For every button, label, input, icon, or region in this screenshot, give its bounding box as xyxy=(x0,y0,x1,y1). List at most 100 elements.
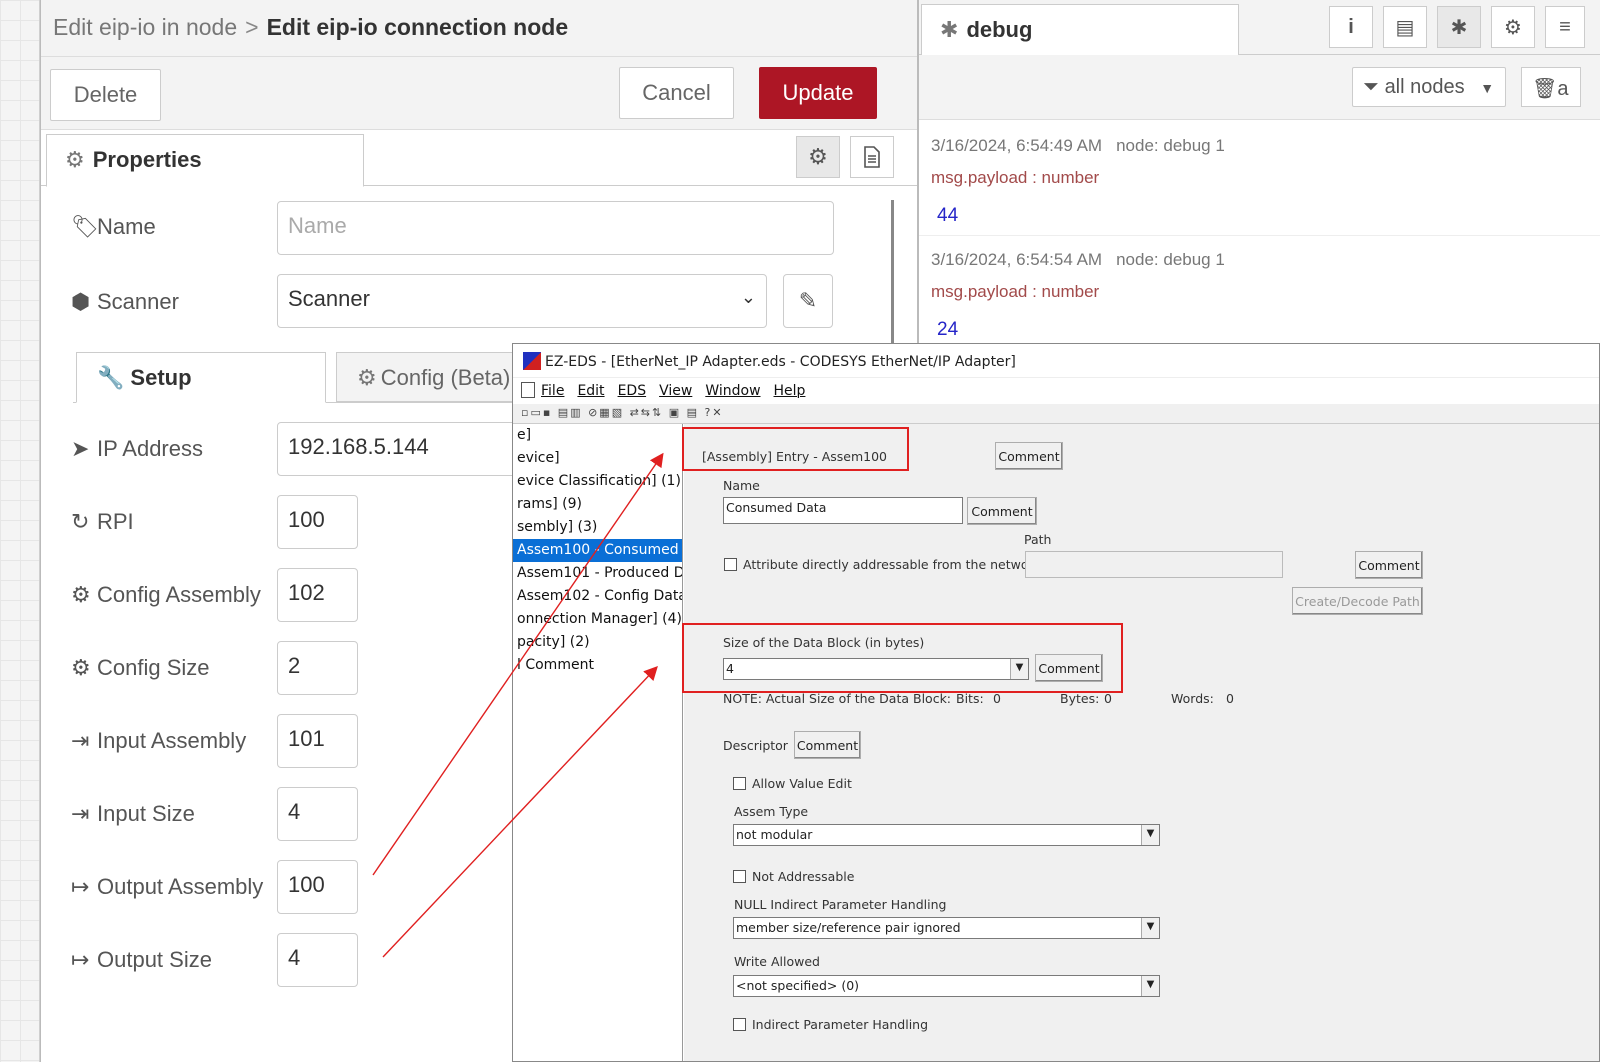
tab-config[interactable]: ⚙ Config (Beta) xyxy=(336,352,536,402)
info-icon: i xyxy=(1348,15,1354,38)
allow-value-edit-checkbox[interactable] xyxy=(733,777,746,790)
context-tab-button[interactable]: ≡ xyxy=(1545,6,1585,48)
not-addressable-checkbox[interactable] xyxy=(733,870,746,883)
output-assembly-input[interactable]: 100 xyxy=(277,860,358,914)
config-assembly-input[interactable]: 102 xyxy=(277,568,358,622)
breadcrumb-parent[interactable]: Edit eip-io in node xyxy=(53,14,237,40)
scrollbar[interactable] xyxy=(891,200,894,360)
name-label: Name xyxy=(723,478,760,493)
menu-window[interactable]: Window xyxy=(705,383,760,399)
document-icon[interactable] xyxy=(521,382,535,398)
clear-messages-button[interactable]: 🗑a xyxy=(1521,67,1581,107)
info-tab-button[interactable]: i xyxy=(1329,6,1373,48)
tree-item[interactable]: evice] xyxy=(513,447,682,470)
tree-item[interactable]: Assem101 - Produced Da xyxy=(513,562,682,585)
gear-icon: ⚙ xyxy=(71,582,91,607)
message-node-link[interactable]: node: debug 1 xyxy=(1116,250,1225,269)
dropdown-arrow-icon[interactable]: ▼ xyxy=(1010,659,1028,679)
indirect-param-checkbox[interactable] xyxy=(733,1018,746,1031)
name-input[interactable]: Consumed Data xyxy=(723,497,963,524)
scanner-select[interactable]: Scanner ⌄ xyxy=(277,274,767,328)
debug-tab-button[interactable]: ✱ xyxy=(1437,6,1481,48)
config-size-input[interactable]: 2 xyxy=(277,641,358,695)
path-label: Path xyxy=(1024,532,1052,547)
tree-item[interactable]: rams] (9) xyxy=(513,493,682,516)
eds-title-bar[interactable]: EZ-EDS - [EtherNet_IP Adapter.eds - CODE… xyxy=(513,344,1599,378)
menu-eds[interactable]: EDS xyxy=(618,383,647,399)
menu-view[interactable]: View xyxy=(659,383,692,399)
delete-button[interactable]: Delete xyxy=(50,69,161,121)
name-input[interactable]: Name xyxy=(277,201,834,255)
descriptor-label: Descriptor xyxy=(723,738,788,753)
eds-window-title: EZ-EDS - [EtherNet_IP Adapter.eds - CODE… xyxy=(545,354,1016,370)
toolbar-icons[interactable]: ▫▭▪ ▤▥ ⊘▦▧ ⇄⇆⇅ ▣ ▤ ?✕ xyxy=(521,406,724,419)
write-allowed-combo[interactable]: <not specified> (0) ▼ xyxy=(733,975,1160,997)
assem-type-combo[interactable]: not modular ▼ xyxy=(733,824,1160,846)
tree-item-selected[interactable]: Assem100 - Consumed D xyxy=(513,539,682,562)
filter-nodes-select[interactable]: ⏷ all nodes ▼ xyxy=(1352,67,1506,107)
bits-value: 0 xyxy=(993,691,1001,706)
size-comment-button[interactable]: Comment xyxy=(1035,654,1103,682)
tab-debug-label: debug xyxy=(966,17,1033,42)
output-size-input[interactable]: 4 xyxy=(277,933,358,987)
tree-item[interactable]: evice Classification] (1) xyxy=(513,470,682,493)
rpi-input[interactable]: 100 xyxy=(277,495,358,549)
cancel-button[interactable]: Cancel xyxy=(619,67,734,119)
descriptor-comment-button[interactable]: Comment xyxy=(794,731,861,759)
input-assembly-input[interactable]: 101 xyxy=(277,714,358,768)
debug-message: 3/16/2024, 6:54:49 AM node: debug 1 msg.p… xyxy=(919,122,1600,236)
ez-eds-logo-icon xyxy=(523,352,541,370)
scanner-select-value: Scanner xyxy=(288,286,370,311)
sign-out-icon: ↦ xyxy=(71,874,90,899)
message-node-link[interactable]: node: debug 1 xyxy=(1116,136,1225,155)
flow-canvas[interactable] xyxy=(0,0,40,1062)
node-settings-button[interactable]: ⚙ xyxy=(796,136,840,178)
assembly-entry-panel: [Assembly] Entry - Assem100 Comment Name… xyxy=(682,424,1599,1061)
config-tab-button[interactable]: ⚙ xyxy=(1491,6,1535,48)
name-comment-button[interactable]: Comment xyxy=(967,497,1037,525)
tab-config-label: Config (Beta) xyxy=(380,365,511,390)
input-size-input[interactable]: 4 xyxy=(277,787,358,841)
message-topic: msg.payload : number xyxy=(931,168,1100,187)
clear-label: a xyxy=(1557,78,1569,100)
attribute-addressable-checkbox[interactable] xyxy=(724,558,737,571)
null-indirect-combo[interactable]: member size/reference pair ignored ▼ xyxy=(733,917,1160,939)
null-indirect-value: member size/reference pair ignored xyxy=(736,920,961,935)
path-comment-button[interactable]: Comment xyxy=(1355,551,1423,579)
gears-icon: ⚙ xyxy=(357,365,377,390)
tree-item[interactable]: onnection Manager] (4) xyxy=(513,608,682,631)
tab-setup[interactable]: 🔧 Setup xyxy=(76,352,326,403)
node-description-button[interactable] xyxy=(850,136,894,178)
eds-section-tree[interactable]: e] evice] evice Classification] (1) rams… xyxy=(513,424,683,1061)
menu-help[interactable]: Help xyxy=(774,383,806,399)
wrench-icon: 🔧 xyxy=(97,365,125,390)
dropdown-arrow-icon[interactable]: ▼ xyxy=(1141,825,1159,845)
tree-item[interactable]: l Comment xyxy=(513,654,682,677)
words-label: Words: xyxy=(1171,691,1214,706)
rpi-label: RPI xyxy=(97,509,134,534)
path-input[interactable] xyxy=(1025,551,1283,578)
eds-toolbar[interactable]: ▫▭▪ ▤▥ ⊘▦▧ ⇄⇆⇅ ▣ ▤ ?✕ xyxy=(513,404,1599,424)
create-decode-path-button[interactable]: Create/Decode Path xyxy=(1292,587,1423,615)
bug-icon: ✱ xyxy=(940,17,959,42)
gear-icon: ⚙ xyxy=(65,147,85,172)
edit-scanner-button[interactable]: ✎ xyxy=(783,274,833,328)
size-combo[interactable]: 4 ▼ xyxy=(723,658,1029,680)
entry-comment-button[interactable]: Comment xyxy=(995,442,1063,470)
update-button[interactable]: Update xyxy=(759,67,877,119)
menu-file[interactable]: File xyxy=(541,383,564,399)
dropdown-arrow-icon[interactable]: ▼ xyxy=(1141,976,1159,996)
ip-address-input[interactable]: 192.168.5.144 xyxy=(277,422,527,476)
tree-item[interactable]: Assem102 - Config Data xyxy=(513,585,682,608)
tree-item[interactable]: sembly] (3) xyxy=(513,516,682,539)
help-tab-button[interactable]: ▤ xyxy=(1383,6,1427,48)
tree-item[interactable]: e] xyxy=(513,424,682,447)
tab-debug[interactable]: ✱ debug xyxy=(921,4,1239,56)
menu-edit[interactable]: Edit xyxy=(577,383,604,399)
field-input-size: ⇥ Input Size xyxy=(71,801,195,827)
database-icon: ≡ xyxy=(1559,15,1571,38)
tree-item[interactable]: pacity] (2) xyxy=(513,631,682,654)
tab-properties[interactable]: ⚙ Properties xyxy=(46,134,364,187)
attribute-addressable-label: Attribute directly addressable from the … xyxy=(743,557,1046,572)
dropdown-arrow-icon[interactable]: ▼ xyxy=(1141,918,1159,938)
